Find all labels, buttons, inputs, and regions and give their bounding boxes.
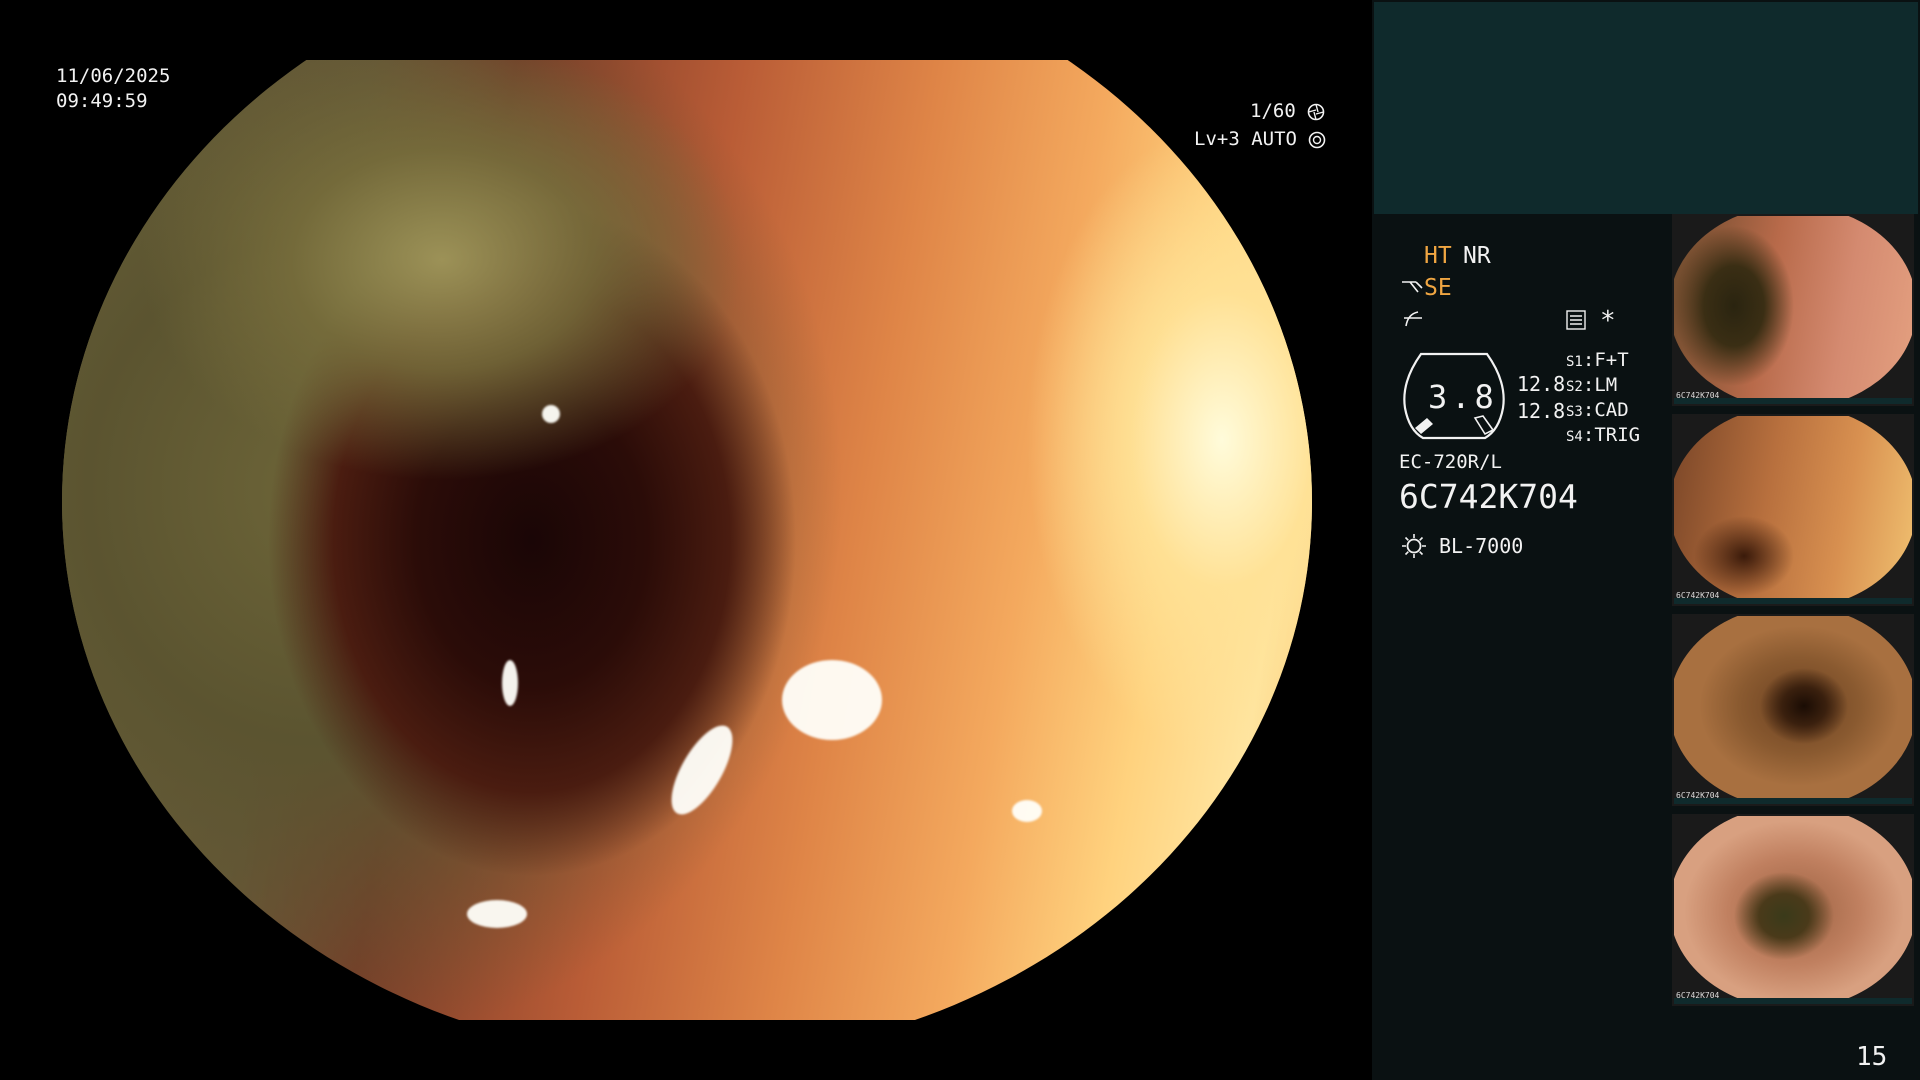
scope-model: EC-720R/L (1399, 451, 1502, 473)
level-value: Lv+3 AUTO (1194, 128, 1297, 150)
light-source-icon (1402, 534, 1426, 558)
switch-value: TRIG (1594, 424, 1641, 446)
switch-value: F+T (1594, 349, 1629, 371)
freeze-off-icon (1404, 311, 1422, 327)
specular-highlight (1012, 800, 1042, 822)
switch-s3: S3:CAD (1566, 399, 1629, 421)
thumbnail-image (1674, 616, 1912, 798)
light-source-model: BL-7000 (1439, 534, 1524, 558)
switch-value: LM (1594, 374, 1618, 396)
switch-key: S3 (1566, 404, 1583, 420)
specular-highlight (467, 900, 527, 928)
se-indicator: SE (1424, 275, 1452, 301)
shutter-value: 1/60 (1250, 100, 1296, 122)
specular-highlight (782, 660, 882, 740)
switch-key: S4 (1566, 429, 1583, 445)
capture-thumbnail-3[interactable]: 6C742K704 (1672, 614, 1914, 806)
switch-s1: S1:F+T (1566, 349, 1629, 371)
switch-s4: S4:TRIG (1566, 424, 1641, 446)
thumbnail-image (1674, 416, 1912, 598)
ht-indicator: HT (1424, 243, 1452, 269)
specular-highlight (659, 716, 745, 824)
gauge-value: 3.8 (1428, 378, 1498, 416)
thumbnail-image (1674, 216, 1912, 398)
shutter-readout: 1/60 (1250, 99, 1325, 123)
asterisk-indicator: * (1600, 306, 1616, 336)
value-readout-2: 12.8 (1517, 399, 1566, 423)
switch-key: S1 (1566, 354, 1583, 370)
level-readout: Lv+3 AUTO (1194, 127, 1326, 151)
side-panel-header-area (1374, 2, 1918, 214)
iris-icon (1309, 131, 1326, 148)
shutter-icon (1307, 103, 1325, 120)
time-readout: 09:49:59 (56, 90, 148, 112)
nr-indicator: NR (1463, 243, 1491, 269)
thumbnail-bar (1674, 998, 1912, 1004)
specular-highlight (502, 660, 518, 706)
thumbnail-bar (1674, 398, 1912, 404)
scope-tip-icon (1402, 281, 1423, 293)
specular-highlight (542, 405, 560, 423)
thumbnail-bar (1674, 598, 1912, 604)
thumbnail-bar (1674, 798, 1912, 804)
switch-key: S2 (1566, 379, 1583, 395)
thumbnail-image (1674, 816, 1912, 998)
capture-thumbnail-4[interactable]: 6C742K704 (1672, 814, 1914, 1006)
endoscope-image (62, 60, 1312, 1020)
settings-menu-icon (1566, 310, 1586, 330)
switch-s2: S2:LM (1566, 374, 1618, 396)
capture-thumbnail-1[interactable]: 6C742K704 (1672, 214, 1914, 406)
scope-serial: 6C742K704 (1399, 477, 1578, 516)
main-endoscope-view: 11/06/2025 09:49:59 1/60 Lv+3 AUTO (0, 0, 1372, 1080)
value-readout-1: 12.8 (1517, 372, 1566, 396)
capture-thumbnail-2[interactable]: 6C742K704 (1672, 414, 1914, 606)
switch-value: CAD (1594, 399, 1629, 421)
page-number: 15 (1856, 1042, 1888, 1072)
date-readout: 11/06/2025 (56, 65, 171, 87)
